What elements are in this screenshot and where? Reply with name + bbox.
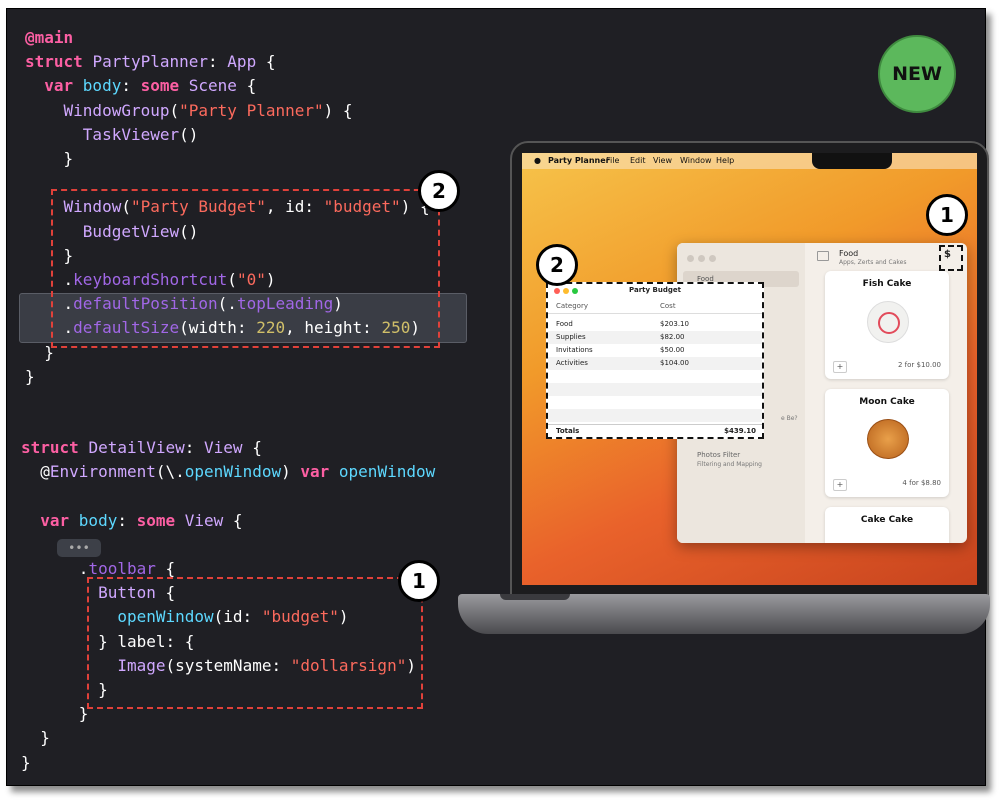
code-line: } xyxy=(21,728,50,748)
code-line: } xyxy=(25,342,54,362)
totals-row: Totals $439.10 xyxy=(548,424,762,438)
card-title: Fish Cake xyxy=(862,279,912,289)
budget-button-highlight xyxy=(939,245,963,271)
col-cost: Cost xyxy=(660,302,676,310)
code-line: struct PartyPlanner: App { xyxy=(25,52,276,72)
moon-cake-image xyxy=(867,419,909,459)
header-subtitle: Apps, Zerts and Cakes xyxy=(839,259,907,266)
row-category: Supplies xyxy=(556,333,586,341)
code-line: var body: some Scene { xyxy=(44,76,257,96)
menu-bar: ● Party Planner File Edit View Window He… xyxy=(522,153,977,169)
code-line: } xyxy=(25,149,74,168)
row-cost: $104.00 xyxy=(660,359,689,367)
row-cost: $82.00 xyxy=(660,333,685,341)
close-dot[interactable] xyxy=(687,255,694,262)
row-category: Invitations xyxy=(556,346,593,354)
swirl-icon xyxy=(878,312,900,334)
row-cost: $50.00 xyxy=(660,346,685,354)
code-line: } xyxy=(21,752,31,772)
card-moon-cake[interactable]: Moon Cake + 4 for $8.80 xyxy=(825,389,949,497)
code-editor: @main struct PartyPlanner: App { var body… xyxy=(7,9,477,785)
budget-title: Party Budget xyxy=(629,286,681,294)
fish-cake-image xyxy=(867,301,909,343)
sidebar-item-subtitle: Filtering and Mapping xyxy=(697,461,762,468)
card-title: Cake Cake xyxy=(860,515,914,525)
code-line: struct DetailView: View { xyxy=(21,438,262,457)
table-row[interactable]: Food $203.10 xyxy=(548,318,762,331)
row-category: Activities xyxy=(556,359,588,367)
laptop-base-notch xyxy=(500,594,570,600)
empty-row xyxy=(548,383,762,396)
table-row[interactable]: Supplies $82.00 xyxy=(548,331,762,344)
menu-window[interactable]: Window xyxy=(680,153,712,169)
sidebar-toggle-icon[interactable] xyxy=(817,251,829,261)
add-button[interactable]: + xyxy=(833,479,847,491)
code-line: @Environment(\.openWindow) var openWindo… xyxy=(21,462,436,482)
code-line: TaskViewer() xyxy=(82,124,199,144)
row-cost: $203.10 xyxy=(660,320,689,328)
table-row[interactable]: Invitations $50.00 xyxy=(548,344,762,357)
menu-edit[interactable]: Edit xyxy=(630,153,646,169)
highlight-box-button xyxy=(87,577,423,709)
card-fish-cake[interactable]: Fish Cake + 2 for $10.00 xyxy=(825,271,949,379)
camera-notch xyxy=(812,153,892,169)
empty-row xyxy=(548,409,762,422)
row-category: Food xyxy=(556,320,573,328)
sidebar-extra-text: e Be? xyxy=(781,415,798,422)
totals-label: Totals xyxy=(556,427,580,435)
card-price: 4 for $8.80 xyxy=(902,479,941,487)
badge-2-screen: 2 xyxy=(536,244,578,286)
code-line: } xyxy=(25,366,35,386)
new-badge: NEW xyxy=(878,35,956,113)
badge-1-screen: 1 xyxy=(926,194,968,236)
badge-2-code: 2 xyxy=(418,170,460,212)
table-row[interactable]: Activities $104.00 xyxy=(548,357,762,370)
code-line: WindowGroup("Party Planner") { xyxy=(63,100,353,120)
ellipsis-token: ••• xyxy=(57,539,101,557)
card-cake-cake[interactable]: Cake Cake xyxy=(825,507,949,543)
totals-value: $439.10 xyxy=(724,427,756,435)
minimize-dot[interactable] xyxy=(698,255,705,262)
highlight-box-window xyxy=(51,189,440,348)
menu-help[interactable]: Help xyxy=(716,153,734,169)
code-line: var body: some View { xyxy=(40,510,243,530)
code-line: @main xyxy=(25,28,74,47)
code-line: } xyxy=(21,704,89,724)
header-title: Food xyxy=(839,249,859,258)
sidebar-item-photos-filter[interactable]: Photos Filter xyxy=(697,451,740,459)
card-title: Moon Cake xyxy=(859,397,915,407)
laptop-base xyxy=(458,594,990,634)
menu-file[interactable]: File xyxy=(606,153,619,169)
badge-1-code: 1 xyxy=(398,560,440,602)
dollarsign-icon[interactable]: $ xyxy=(944,249,951,260)
apple-icon[interactable]: ● xyxy=(534,153,541,169)
menu-view[interactable]: View xyxy=(653,153,672,169)
card-price: 2 for $10.00 xyxy=(897,361,941,369)
zoom-dot[interactable] xyxy=(709,255,716,262)
party-budget-window: Party Budget Category Cost Food $203.10 … xyxy=(546,282,764,439)
col-category: Category xyxy=(556,302,588,310)
add-button[interactable]: + xyxy=(833,361,847,373)
budget-header-row: Category Cost xyxy=(548,300,762,314)
menu-app-name[interactable]: Party Planner xyxy=(548,153,610,169)
